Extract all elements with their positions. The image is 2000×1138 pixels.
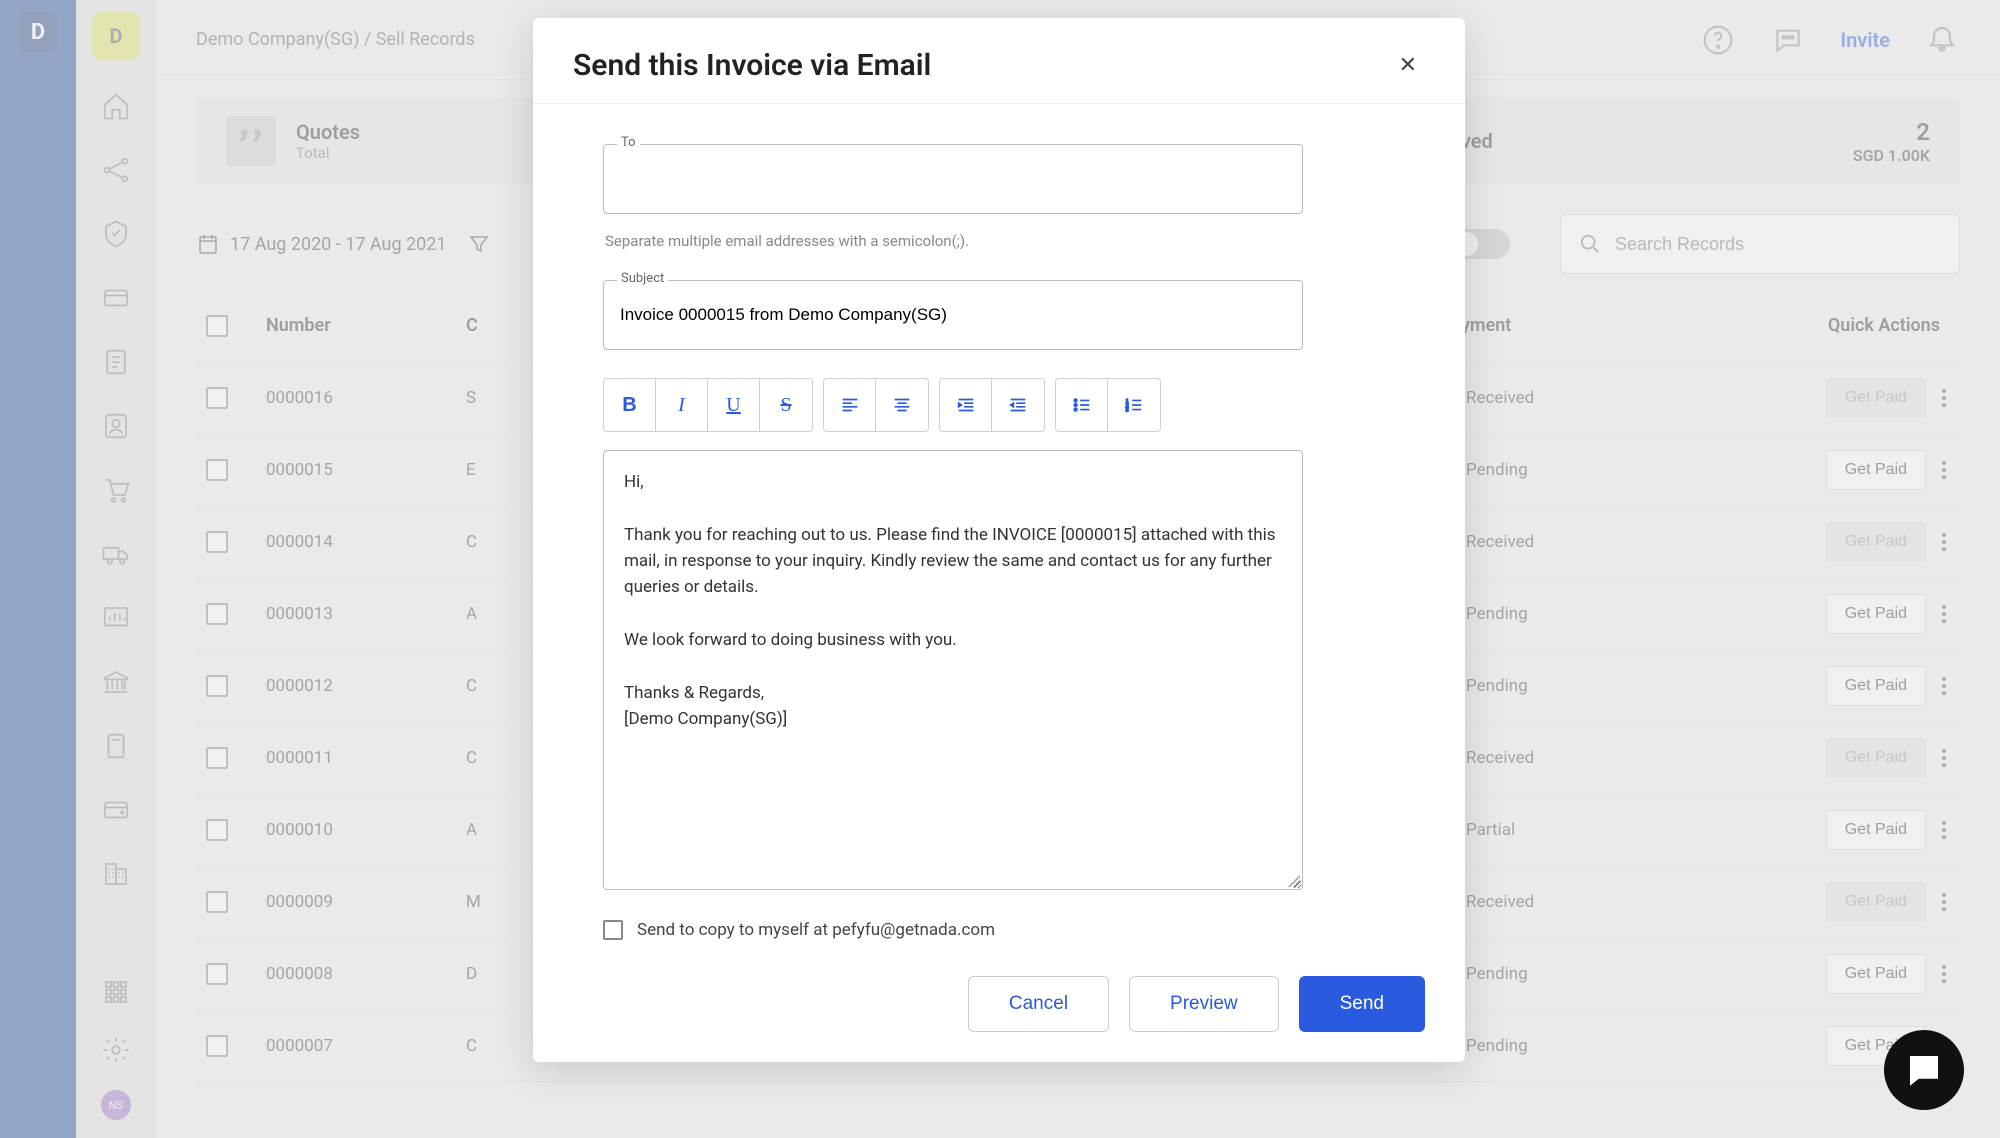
cancel-button[interactable]: Cancel <box>968 976 1109 1032</box>
editor-toolbar: B I U S 123 <box>603 378 1395 432</box>
copy-label: Send to copy to myself at pefyfu@getnada… <box>637 920 995 940</box>
modal-footer: Cancel Preview Send <box>533 956 1465 1032</box>
to-input[interactable] <box>603 144 1303 214</box>
numbered-list-button[interactable]: 123 <box>1108 379 1160 431</box>
bold-button[interactable]: B <box>604 379 656 431</box>
outdent-button[interactable] <box>992 379 1044 431</box>
indent-button[interactable] <box>940 379 992 431</box>
intercom-launcher[interactable] <box>1884 1030 1964 1110</box>
svg-text:3: 3 <box>1126 407 1129 413</box>
align-center-button[interactable] <box>876 379 928 431</box>
copy-to-self-row[interactable]: Send to copy to myself at pefyfu@getnada… <box>603 920 1395 940</box>
to-label: To <box>617 135 640 150</box>
bullet-list-button[interactable] <box>1056 379 1108 431</box>
send-email-modal: Send this Invoice via Email ✕ To Separat… <box>533 18 1465 1062</box>
subject-input[interactable] <box>603 280 1303 350</box>
to-hint: Separate multiple email addresses with a… <box>605 232 1395 250</box>
italic-button[interactable]: I <box>656 379 708 431</box>
subject-field-wrap: Subject <box>603 280 1395 350</box>
email-body-editor[interactable]: Hi, Thank you for reaching out to us. Pl… <box>603 450 1303 890</box>
subject-label: Subject <box>617 271 668 286</box>
align-left-button[interactable] <box>824 379 876 431</box>
to-field-wrap: To <box>603 144 1395 214</box>
copy-checkbox[interactable] <box>603 920 623 940</box>
preview-button[interactable]: Preview <box>1129 976 1279 1032</box>
strikethrough-button[interactable]: S <box>760 379 812 431</box>
send-button[interactable]: Send <box>1299 976 1425 1032</box>
modal-title: Send this Invoice via Email <box>573 48 931 83</box>
underline-button[interactable]: U <box>708 379 760 431</box>
close-icon[interactable]: ✕ <box>1391 49 1425 82</box>
